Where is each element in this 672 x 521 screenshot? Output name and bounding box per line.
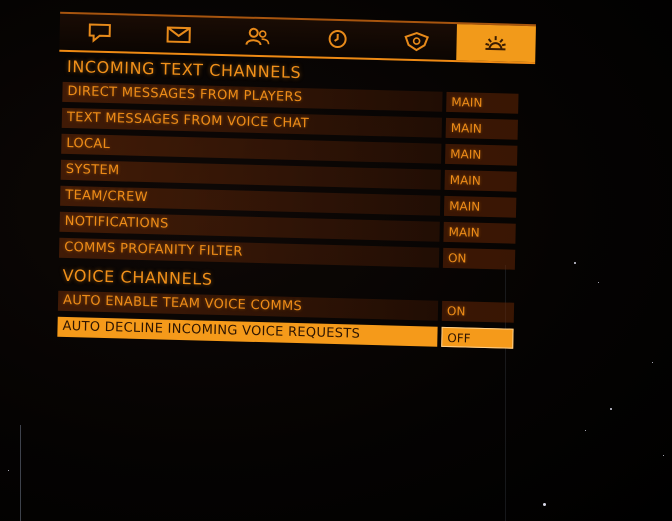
setting-value[interactable]: MAIN [446, 91, 519, 114]
star [598, 282, 599, 283]
comms-tab-bar [59, 11, 536, 65]
setting-label: TEAM/CREW [60, 185, 441, 216]
envelope-icon [166, 26, 191, 44]
squadron-icon [404, 32, 429, 52]
setting-label: NOTIFICATIONS [59, 211, 440, 242]
setting-label: DIRECT MESSAGES FROM PLAYERS [62, 81, 443, 112]
scrollbar-track [20, 425, 21, 521]
setting-label: LOCAL [61, 133, 442, 164]
star [610, 408, 612, 410]
star [8, 470, 9, 471]
setting-value[interactable]: MAIN [444, 169, 517, 192]
setting-value[interactable]: MAIN [443, 221, 516, 244]
setting-value[interactable]: ON [441, 300, 515, 323]
settings-cog-icon [485, 36, 507, 51]
star [652, 362, 653, 363]
tab-inbox[interactable] [139, 16, 219, 54]
tab-chat[interactable] [59, 14, 139, 52]
tab-settings[interactable] [455, 24, 536, 63]
setting-row-auto-decline-voice[interactable]: AUTO DECLINE INCOMING VOICE REQUESTS OFF [57, 316, 523, 349]
tab-squadron[interactable] [377, 22, 457, 60]
star [543, 503, 546, 506]
setting-label: COMMS PROFANITY FILTER [58, 237, 440, 268]
star [585, 430, 586, 431]
setting-row-profanity-filter[interactable]: COMMS PROFANITY FILTER ON [58, 237, 525, 270]
comms-options-panel: INCOMING TEXT CHANNELS DIRECT MESSAGES F… [48, 6, 546, 419]
star [663, 455, 664, 456]
setting-value[interactable]: MAIN [443, 195, 517, 218]
clock-icon [328, 29, 347, 48]
setting-label: SYSTEM [60, 159, 441, 190]
setting-value[interactable]: ON [442, 247, 516, 270]
setting-label: AUTO ENABLE TEAM VOICE COMMS [57, 290, 439, 321]
contacts-icon [245, 27, 270, 46]
setting-label: TEXT MESSAGES FROM VOICE CHAT [61, 107, 443, 138]
tab-contacts[interactable] [218, 18, 298, 56]
setting-value[interactable]: OFF [441, 326, 514, 349]
star [574, 262, 576, 264]
setting-value[interactable]: MAIN [445, 143, 518, 166]
setting-value[interactable]: MAIN [445, 117, 518, 140]
tab-history[interactable] [297, 20, 377, 58]
incoming-text-channels-heading: INCOMING TEXT CHANNELS [66, 56, 302, 83]
setting-label: AUTO DECLINE INCOMING VOICE REQUESTS [57, 316, 438, 347]
voice-channels-heading: VOICE CHANNELS [62, 265, 213, 289]
speech-bubble-icon [88, 23, 111, 43]
